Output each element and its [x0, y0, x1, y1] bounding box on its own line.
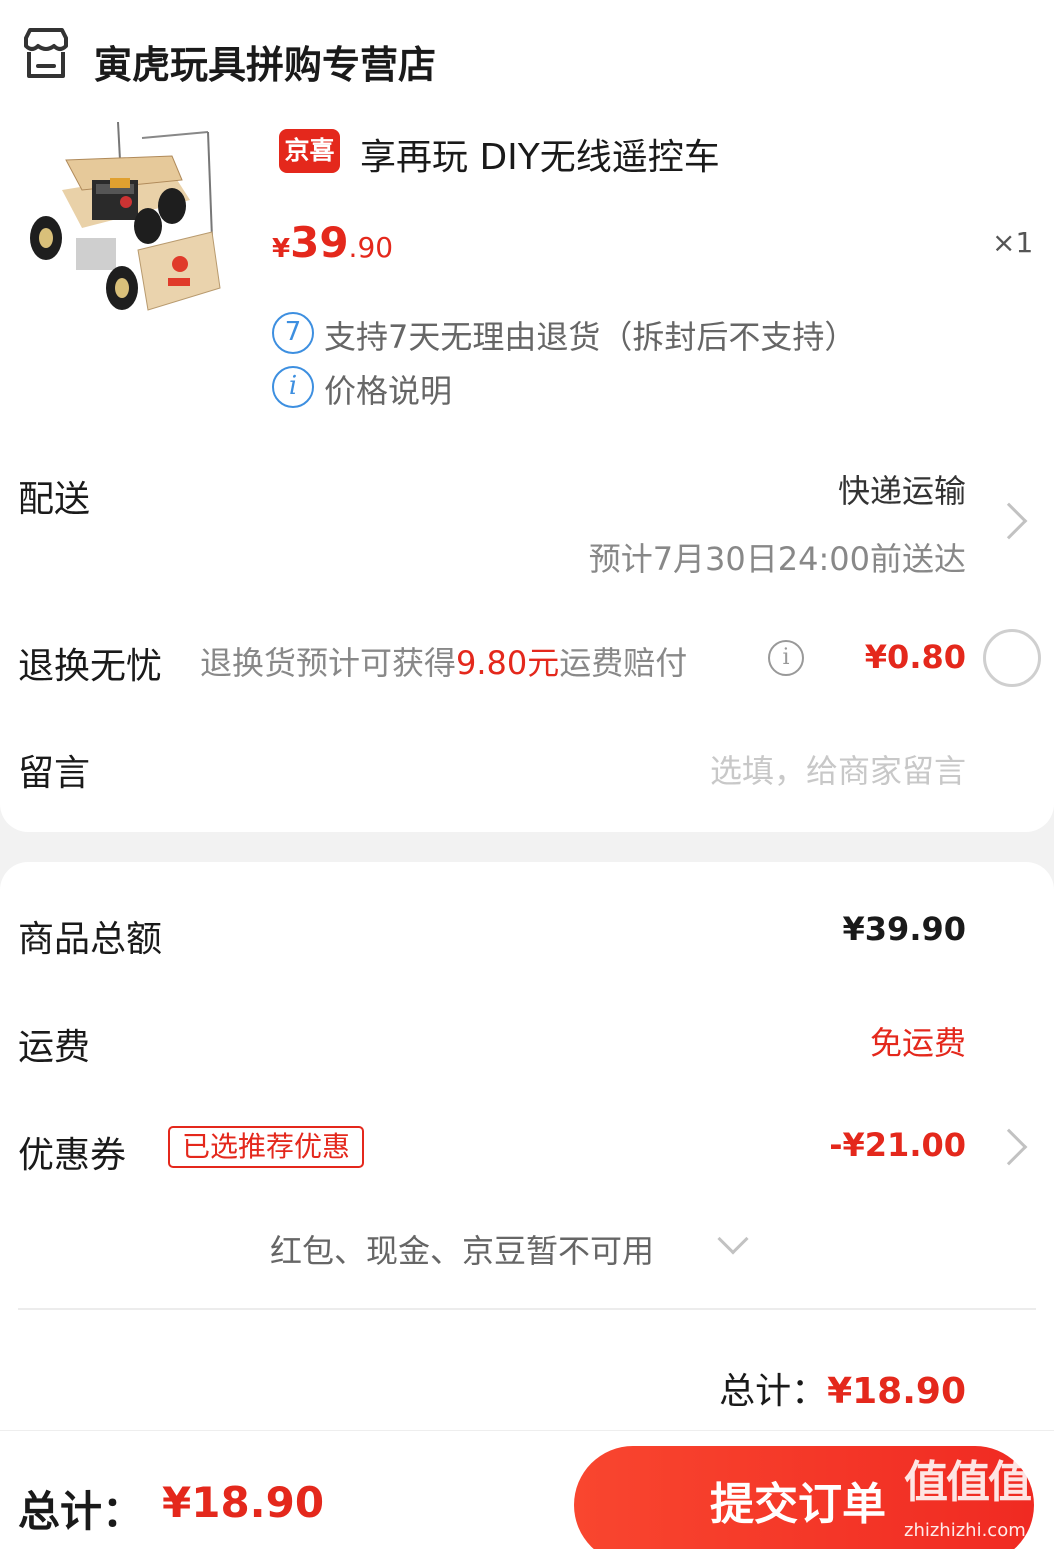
product-title[interactable]: 享再玩 DIY无线遥控车 [360, 128, 720, 180]
return-insurance-desc: 退换货预计可获得9.80元运费赔付 [200, 638, 687, 684]
shop-name[interactable]: 寅虎玩具拼购专营店 [94, 34, 436, 89]
coupon-label: 优惠券 [18, 1135, 127, 1176]
store-icon [24, 28, 68, 78]
watermark-url: zhizhizhi.com [904, 1520, 1026, 1541]
price-integer: 39 [290, 218, 349, 267]
info-icon[interactable]: i [768, 640, 804, 676]
message-label: 留言 [18, 753, 91, 794]
product-price: ¥39.90 [272, 218, 393, 267]
price-info-icon: i [272, 366, 314, 408]
jingxi-badge: 京喜 [279, 129, 340, 173]
coupon-value[interactable]: -¥21.00 [829, 1126, 966, 1164]
price-decimal: .90 [348, 231, 394, 264]
goods-total-label: 商品总额 [18, 919, 163, 960]
divider [18, 1308, 1036, 1310]
return-insurance-radio[interactable] [983, 629, 1041, 687]
delivery-eta[interactable]: 预计7月30日24:00前送达 [589, 534, 966, 580]
return-insurance-label: 退换无忧 [18, 646, 163, 687]
return-policy-text[interactable]: 支持7天无理由退货（拆封后不支持） [324, 312, 856, 358]
seven-day-return-icon: 7 [272, 312, 314, 354]
return-desc-amount: 9.80元 [456, 644, 560, 682]
product-car-image[interactable] [22, 120, 232, 330]
goods-total-value: ¥39.90 [842, 910, 966, 948]
summary-total: 总计：¥18.90 [719, 1362, 966, 1414]
price-symbol: ¥ [272, 234, 291, 264]
return-desc-prefix: 退换货预计可获得 [200, 644, 457, 682]
shipping-label: 运费 [18, 1027, 91, 1068]
return-desc-suffix: 运费赔付 [559, 644, 688, 682]
price-info-link[interactable]: 价格说明 [324, 366, 452, 412]
message-input[interactable]: 选填，给商家留言 [710, 746, 966, 792]
summary-total-label: 总计： [719, 1371, 828, 1412]
delivery-method[interactable]: 快递运输 [838, 466, 966, 512]
return-insurance-price: ¥0.80 [864, 638, 966, 676]
watermark: 值值值 [904, 1457, 1032, 1508]
shipping-value: 免运费 [869, 1024, 966, 1062]
coupon-tag: 已选推荐优惠 [168, 1126, 365, 1168]
bottom-total-label: 总计： [18, 1487, 145, 1536]
summary-total-value: ¥18.90 [827, 1371, 966, 1412]
delivery-label: 配送 [18, 479, 91, 520]
bottom-total-amount: ¥18.90 [162, 1478, 325, 1527]
product-quantity: ×1 [992, 226, 1034, 259]
unavailable-payments-text[interactable]: 红包、现金、京豆暂不可用 [270, 1226, 654, 1272]
